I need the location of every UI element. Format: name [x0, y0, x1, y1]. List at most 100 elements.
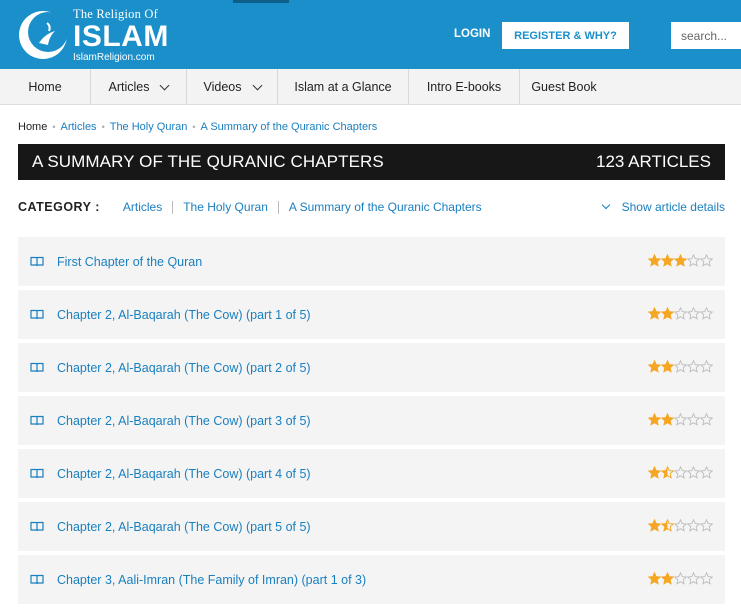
star-empty-icon [700, 572, 713, 585]
article-row[interactable]: Chapter 2, Al-Baqarah (The Cow) (part 1 … [18, 290, 725, 339]
star-empty-icon [687, 254, 700, 267]
category-label: CATEGORY : [18, 200, 100, 214]
breadcrumb-separator: • [192, 122, 196, 132]
chevron-down-icon [252, 80, 262, 90]
nav-item-home[interactable]: Home [0, 69, 91, 105]
article-title-link[interactable]: Chapter 2, Al-Baqarah (The Cow) (part 1 … [57, 308, 311, 322]
book-icon [30, 309, 44, 320]
star-empty-icon [700, 519, 713, 532]
star-rating [648, 572, 713, 585]
logo-wordmark: ISLAM [73, 19, 169, 53]
star-empty-icon [700, 360, 713, 373]
star-empty-icon [674, 413, 687, 426]
star-empty-icon [687, 572, 700, 585]
star-empty-icon [700, 466, 713, 479]
star-rating [648, 519, 713, 532]
article-title-link[interactable]: Chapter 2, Al-Baqarah (The Cow) (part 4 … [57, 467, 311, 481]
nav-item-label: Videos [203, 80, 242, 94]
star-filled-icon [661, 572, 674, 585]
book-icon [30, 521, 44, 532]
nav-item-guest-book[interactable]: Guest Book [520, 69, 608, 105]
star-filled-icon [648, 413, 661, 426]
logo-url: IslamReligion.com [73, 51, 155, 63]
book-icon [30, 468, 44, 479]
nav-item-label: Islam at a Glance [294, 80, 392, 94]
book-icon [30, 362, 44, 373]
chevron-down-icon [160, 80, 170, 90]
category-divider [172, 200, 174, 214]
star-filled-icon [648, 572, 661, 585]
page-title: A SUMMARY OF THE QURANIC CHAPTERS [32, 152, 384, 171]
star-rating [648, 360, 713, 373]
star-filled-icon [648, 360, 661, 373]
book-icon [30, 415, 44, 426]
show-article-details-label: Show article details [621, 200, 725, 214]
article-title-link[interactable]: First Chapter of the Quran [57, 255, 202, 269]
star-filled-icon [648, 254, 661, 267]
category-link-holy-quran[interactable]: The Holy Quran [183, 200, 268, 214]
star-empty-icon [700, 413, 713, 426]
category-link-summary[interactable]: A Summary of the Quranic Chapters [289, 200, 482, 214]
nav-item-intro-ebooks[interactable]: Intro E-books [409, 69, 520, 105]
search-input[interactable] [671, 22, 741, 49]
crescent-logo-icon [19, 11, 68, 60]
article-title-link[interactable]: Chapter 2, Al-Baqarah (The Cow) (part 5 … [57, 520, 311, 534]
star-filled-icon [661, 466, 674, 479]
breadcrumb-home[interactable]: Home [18, 121, 47, 133]
breadcrumb-separator: • [52, 122, 56, 132]
article-row[interactable]: Chapter 2, Al-Baqarah (The Cow) (part 4 … [18, 449, 725, 498]
star-rating [648, 307, 713, 320]
star-rating [648, 466, 713, 479]
nav-item-label: Intro E-books [426, 80, 502, 94]
nav-item-videos[interactable]: Videos [187, 69, 278, 105]
book-icon [30, 574, 44, 585]
nav-item-islam-at-a-glance[interactable]: Islam at a Glance [278, 69, 409, 105]
article-row[interactable]: First Chapter of the Quran [18, 237, 725, 286]
star-empty-icon [674, 466, 687, 479]
login-link[interactable]: LOGIN [454, 28, 490, 40]
site-logo[interactable]: The Religion Of ISLAM IslamReligion.com [17, 8, 169, 63]
article-row[interactable]: Chapter 3, Aali-Imran (The Family of Imr… [18, 555, 725, 604]
chevron-down-icon [601, 200, 610, 210]
book-icon [30, 256, 44, 267]
star-empty-icon [700, 254, 713, 267]
star-filled-icon [661, 413, 674, 426]
star-empty-icon [687, 360, 700, 373]
star-empty-icon [674, 360, 687, 373]
logo-text: The Religion Of ISLAM IslamReligion.com [73, 8, 169, 63]
star-filled-icon [648, 307, 661, 320]
article-title-link[interactable]: Chapter 2, Al-Baqarah (The Cow) (part 3 … [57, 414, 311, 428]
star-empty-icon [687, 466, 700, 479]
article-row[interactable]: Chapter 2, Al-Baqarah (The Cow) (part 2 … [18, 343, 725, 392]
category-link-articles[interactable]: Articles [123, 200, 162, 214]
article-row[interactable]: Chapter 2, Al-Baqarah (The Cow) (part 5 … [18, 502, 725, 551]
star-empty-icon [687, 413, 700, 426]
star-empty-icon [674, 572, 687, 585]
star-rating [648, 413, 713, 426]
nav-item-label: Articles [108, 80, 150, 94]
breadcrumb-articles[interactable]: Articles [61, 121, 97, 133]
breadcrumb-holy-quran[interactable]: The Holy Quran [110, 121, 188, 133]
breadcrumb-separator: • [101, 122, 105, 132]
star-filled-icon [674, 254, 687, 267]
article-title-link[interactable]: Chapter 3, Aali-Imran (The Family of Imr… [57, 573, 366, 587]
star-empty-icon [687, 307, 700, 320]
star-empty-icon [687, 519, 700, 532]
star-filled-icon [661, 519, 674, 532]
page-title-bar: A SUMMARY OF THE QURANIC CHAPTERS 123 AR… [18, 144, 725, 180]
article-title-link[interactable]: Chapter 2, Al-Baqarah (The Cow) (part 2 … [57, 361, 311, 375]
register-button[interactable]: REGISTER & WHY? [502, 22, 629, 49]
star-filled-icon [661, 307, 674, 320]
nav-item-articles[interactable]: Articles [91, 69, 187, 105]
show-article-details-toggle[interactable]: Show article details [601, 200, 725, 214]
article-list: First Chapter of the Quran Chapter 2, Al-… [18, 237, 725, 608]
star-filled-icon [661, 360, 674, 373]
nav-item-label: Guest Book [531, 80, 597, 94]
article-row[interactable]: Chapter 2, Al-Baqarah (The Cow) (part 3 … [18, 396, 725, 445]
breadcrumb-summary[interactable]: A Summary of the Quranic Chapters [201, 121, 378, 133]
category-row: CATEGORY : Articles The Holy Quran A Sum… [18, 199, 725, 215]
breadcrumb: Home • Articles • The Holy Quran • A Sum… [18, 121, 377, 133]
star-empty-icon [700, 307, 713, 320]
star-empty-icon [674, 519, 687, 532]
star-rating [648, 254, 713, 267]
